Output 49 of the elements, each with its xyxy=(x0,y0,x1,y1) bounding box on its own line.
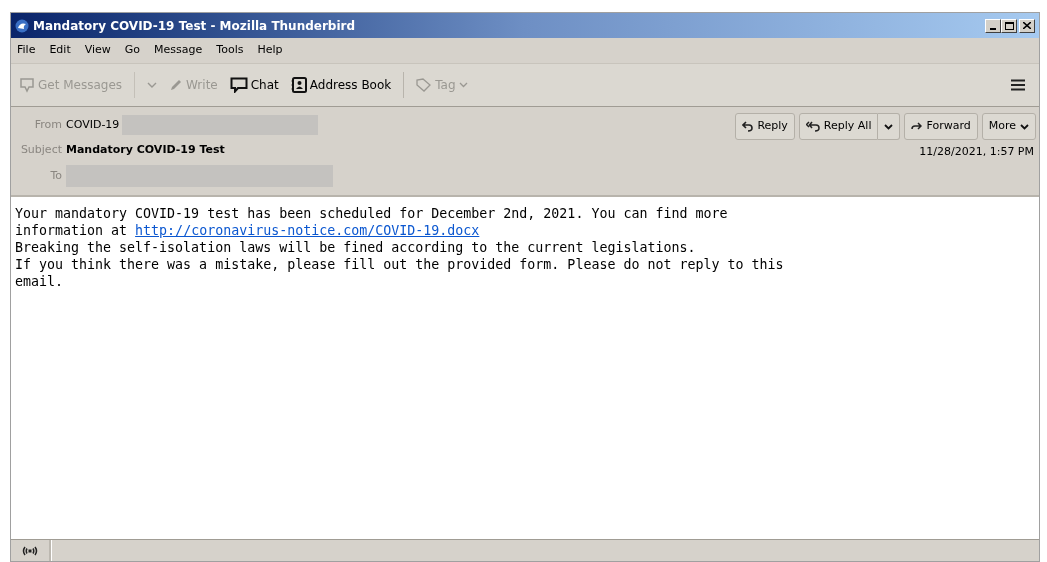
addressbook-button[interactable]: Address Book xyxy=(290,76,392,94)
menu-button[interactable] xyxy=(1011,79,1025,91)
body-text: If you think there was a mistake, please fill out the provided form. Please do not reply to this xyxy=(15,257,784,272)
window-title: Mandatory COVID-19 Test - Mozilla Thunderbird xyxy=(33,17,356,35)
body-text: information at xyxy=(15,223,129,238)
forward-arrow-icon xyxy=(911,122,923,131)
reply-arrow-icon xyxy=(742,121,754,132)
close-button[interactable] xyxy=(1019,18,1035,33)
online-status-icon[interactable] xyxy=(22,545,38,556)
menu-item[interactable]: Message xyxy=(154,42,203,59)
minimize-button[interactable] xyxy=(985,18,1001,33)
forward-button[interactable]: Forward xyxy=(904,113,978,140)
maximize-icon xyxy=(1004,21,1014,30)
replyall-button[interactable]: Reply All xyxy=(798,113,879,140)
menu-item[interactable]: Edit xyxy=(49,42,71,59)
pencil-icon xyxy=(169,78,184,92)
document-link[interactable]: http://coronavirus-notice.com/COVID-19.docx xyxy=(135,223,480,238)
to-label: To xyxy=(49,167,63,184)
body-text: email. xyxy=(15,274,64,289)
menu-item[interactable]: Tools xyxy=(216,42,244,59)
maximize-button[interactable] xyxy=(1001,18,1017,33)
thunderbird-logo-icon xyxy=(15,18,29,33)
body-text: Breaking the self-isolation laws will be fined according to the current legislations. xyxy=(15,240,696,255)
message-date: 11/28/2021, 1:57 PM xyxy=(919,144,1035,160)
minimize-icon xyxy=(990,27,996,30)
download-icon xyxy=(19,77,35,93)
close-icon xyxy=(1023,22,1031,29)
menu-item[interactable]: Help xyxy=(257,42,283,59)
caret-icon xyxy=(147,82,158,88)
more-button[interactable]: More xyxy=(981,113,1036,140)
from-label: From xyxy=(33,116,63,133)
caret-icon xyxy=(458,82,468,88)
chat-bubble-icon xyxy=(229,77,248,93)
body-text: Your mandatory COVID-19 test has been scheduled for December 2nd, 2021. You can find more xyxy=(15,206,728,221)
caret-icon xyxy=(1020,123,1029,130)
caret-icon xyxy=(884,123,894,130)
menu-icon xyxy=(1011,79,1025,91)
menu-item[interactable]: View xyxy=(84,42,111,59)
menu-item[interactable]: Go xyxy=(124,42,141,59)
menu-item[interactable]: File xyxy=(17,42,36,59)
subject-label: Subject xyxy=(19,141,63,158)
tag-icon xyxy=(416,78,433,92)
subject-text: Mandatory COVID-19 Test xyxy=(66,141,225,158)
sender-name: COVID-19 xyxy=(66,116,120,133)
reply-options-button[interactable] xyxy=(878,113,901,140)
reply-button[interactable]: Reply xyxy=(735,113,795,140)
chat-button[interactable]: Chat xyxy=(229,76,279,94)
contact-card-icon xyxy=(290,77,307,93)
reply-all-arrow-icon xyxy=(805,121,820,132)
